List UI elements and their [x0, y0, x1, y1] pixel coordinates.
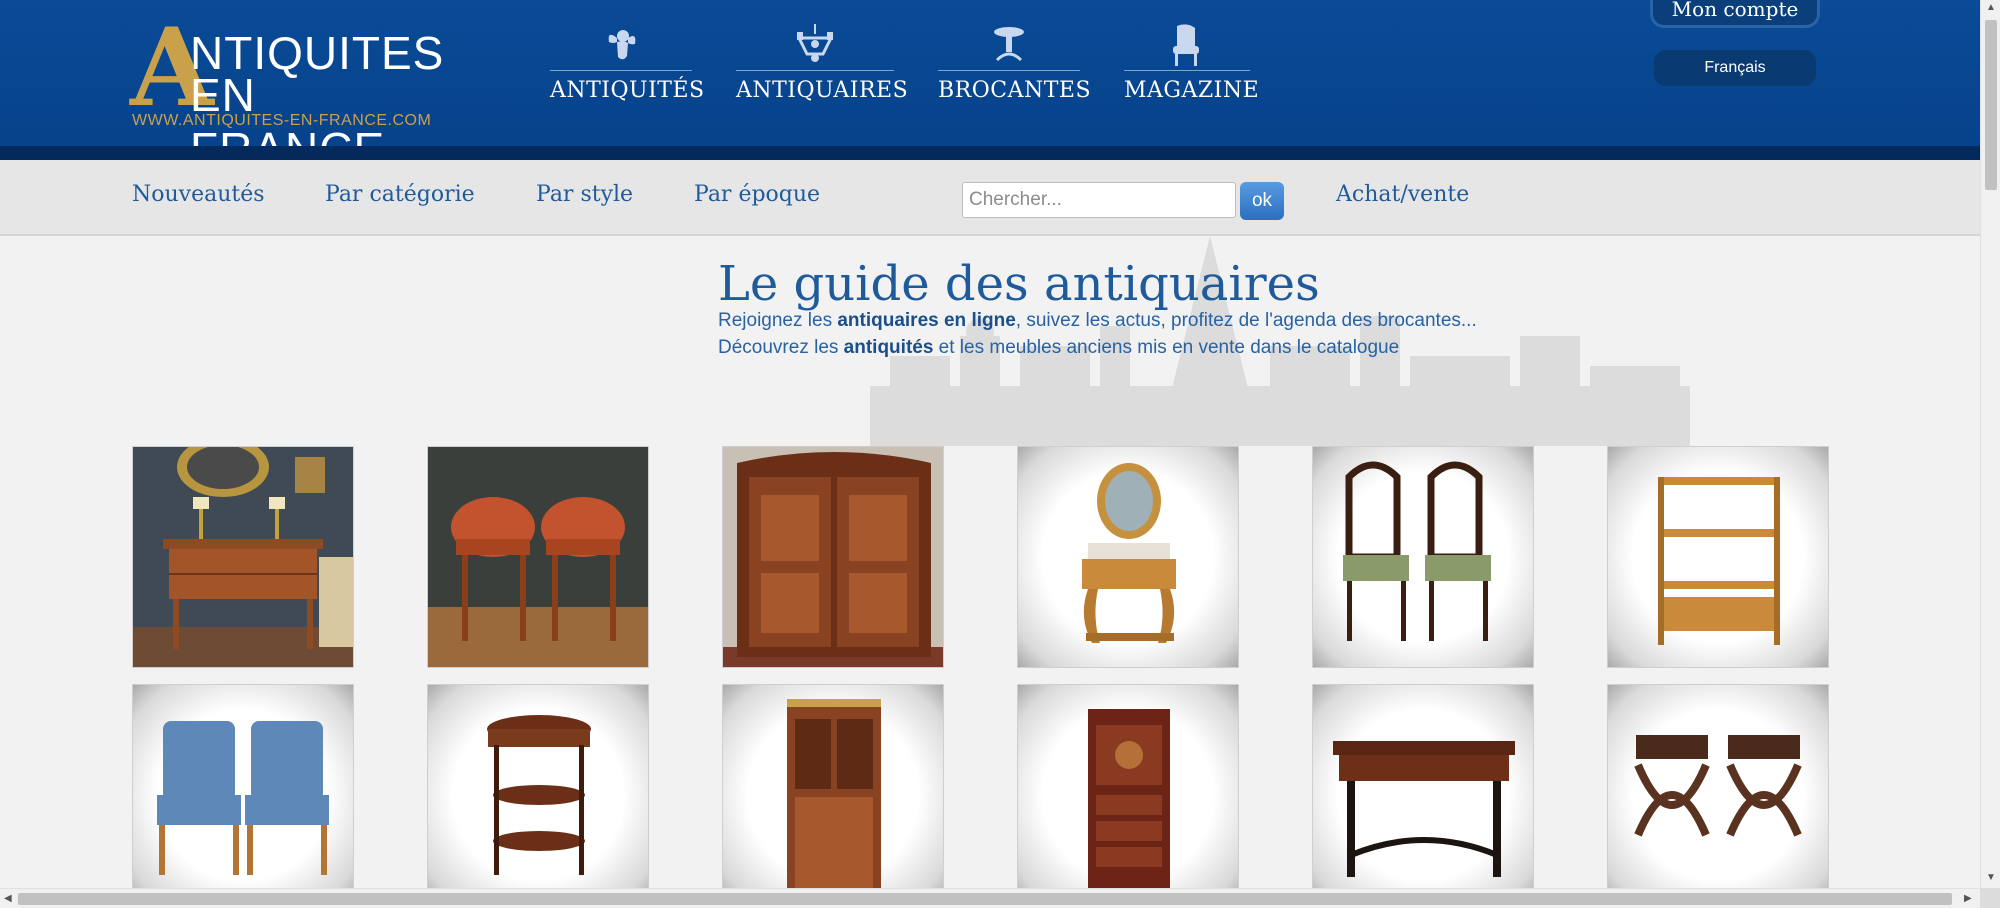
guide-title: Le guide des antiquaires [718, 256, 1320, 312]
pedestal-table-icon [994, 27, 1024, 62]
scrollbar-corner [1980, 888, 2000, 908]
nav-divider [938, 70, 1080, 71]
main-nav-antiquaires[interactable]: ANTIQUAIRES [736, 24, 909, 114]
product-tile[interactable] [1312, 684, 1534, 888]
etagere-image [1658, 477, 1780, 645]
scroll-up-icon[interactable]: ▲ [1986, 2, 1996, 13]
scroll-down-icon[interactable]: ▼ [1986, 872, 1996, 883]
sub-nav: Nouveautés Par catégorie Par style Par é… [0, 160, 1980, 236]
intro-line-1: Rejoignez les antiquaires en ligne, suiv… [718, 310, 1477, 332]
secretaire-image [1088, 709, 1170, 888]
horizontal-scroll-thumb[interactable] [18, 893, 1952, 905]
writing-table-image [1333, 741, 1515, 877]
vertical-scrollbar[interactable]: ▲ ▼ [1980, 0, 2000, 888]
product-tile[interactable] [132, 684, 354, 888]
cherub-icon [608, 30, 636, 60]
intro-text: Découvrez les [718, 337, 844, 358]
chairs-image [1343, 461, 1491, 641]
nav-divider [1124, 70, 1250, 71]
product-tile[interactable] [1017, 446, 1239, 668]
product-tile[interactable] [1312, 446, 1534, 668]
oval-side-table-image [487, 715, 591, 875]
product-tile[interactable] [722, 684, 944, 888]
main-nav-antiquites[interactable]: ANTIQUITÉS [550, 24, 705, 114]
subnav-par-epoque[interactable]: Par époque [694, 182, 820, 207]
scroll-right-icon[interactable]: ▶ [1964, 893, 1972, 904]
main-nav-label: ANTIQUAIRES [736, 78, 909, 103]
nav-divider [550, 70, 692, 71]
subnav-achat-vente[interactable]: Achat/vente [1336, 182, 1469, 207]
intro-text: , suivez les actus, profitez de l'agenda… [1015, 310, 1477, 331]
subnav-nouveautes[interactable]: Nouveautés [132, 182, 265, 207]
blue-armchairs-image [157, 721, 329, 875]
main-nav-label: MAGAZINE [1124, 78, 1260, 103]
language-button[interactable]: Français [1654, 50, 1816, 86]
scroll-left-icon[interactable]: ◀ [4, 893, 12, 904]
horizontal-scrollbar[interactable]: ◀ ▶ [0, 888, 1980, 908]
armchair-icon [1173, 24, 1199, 66]
product-tile[interactable] [1607, 684, 1829, 888]
main-nav-brocantes[interactable]: BROCANTES [938, 24, 1092, 114]
curule-chairs-image [1634, 735, 1802, 837]
product-tile[interactable] [1607, 446, 1829, 668]
vertical-scroll-thumb[interactable] [1985, 20, 1997, 190]
logo-url: WWW.ANTIQUITES-EN-FRANCE.COM [132, 112, 432, 129]
subnav-par-categorie[interactable]: Par catégorie [325, 182, 475, 207]
antiquaires-en-ligne-link[interactable]: antiquaires en ligne [837, 310, 1015, 331]
console-table-image [133, 447, 353, 667]
main-nav-magazine[interactable]: MAGAZINE [1124, 24, 1260, 114]
dressing-table-image [1082, 463, 1176, 643]
intro-text: Rejoignez les [718, 310, 838, 331]
main-nav: ANTIQUITÉS ANTIQUAIRES BROCANTES MAGAZIN… [550, 24, 1260, 114]
intro-line-2: Découvrez les antiquités et les meubles … [718, 337, 1399, 359]
nav-divider [736, 70, 894, 71]
stools-image [428, 497, 648, 667]
antiquites-link[interactable]: antiquités [844, 337, 934, 358]
product-tile[interactable] [427, 684, 649, 888]
account-button[interactable]: Mon compte [1650, 0, 1820, 28]
product-tile[interactable] [427, 446, 649, 668]
site-logo[interactable]: A NTIQUITES EN FRANCE WWW.ANTIQUITES-EN-… [130, 14, 450, 175]
main-nav-label: ANTIQUITÉS [550, 78, 705, 103]
product-tile[interactable] [1017, 684, 1239, 888]
site-header: A NTIQUITES EN FRANCE WWW.ANTIQUITES-EN-… [0, 0, 1980, 175]
search-input[interactable] [962, 182, 1236, 218]
header-strip [0, 146, 1980, 160]
search-button[interactable]: ok [1240, 182, 1284, 220]
product-tile[interactable] [132, 446, 354, 668]
main-nav-label: BROCANTES [938, 78, 1092, 103]
bookcase-image [787, 699, 881, 888]
product-tile[interactable] [722, 446, 944, 668]
subnav-par-style[interactable]: Par style [536, 182, 633, 207]
chandelier-icon [796, 24, 834, 62]
armoire-image [723, 452, 943, 667]
intro-text: et les meubles anciens mis en vente dans… [933, 337, 1400, 358]
page: A NTIQUITES EN FRANCE WWW.ANTIQUITES-EN-… [0, 0, 1980, 888]
